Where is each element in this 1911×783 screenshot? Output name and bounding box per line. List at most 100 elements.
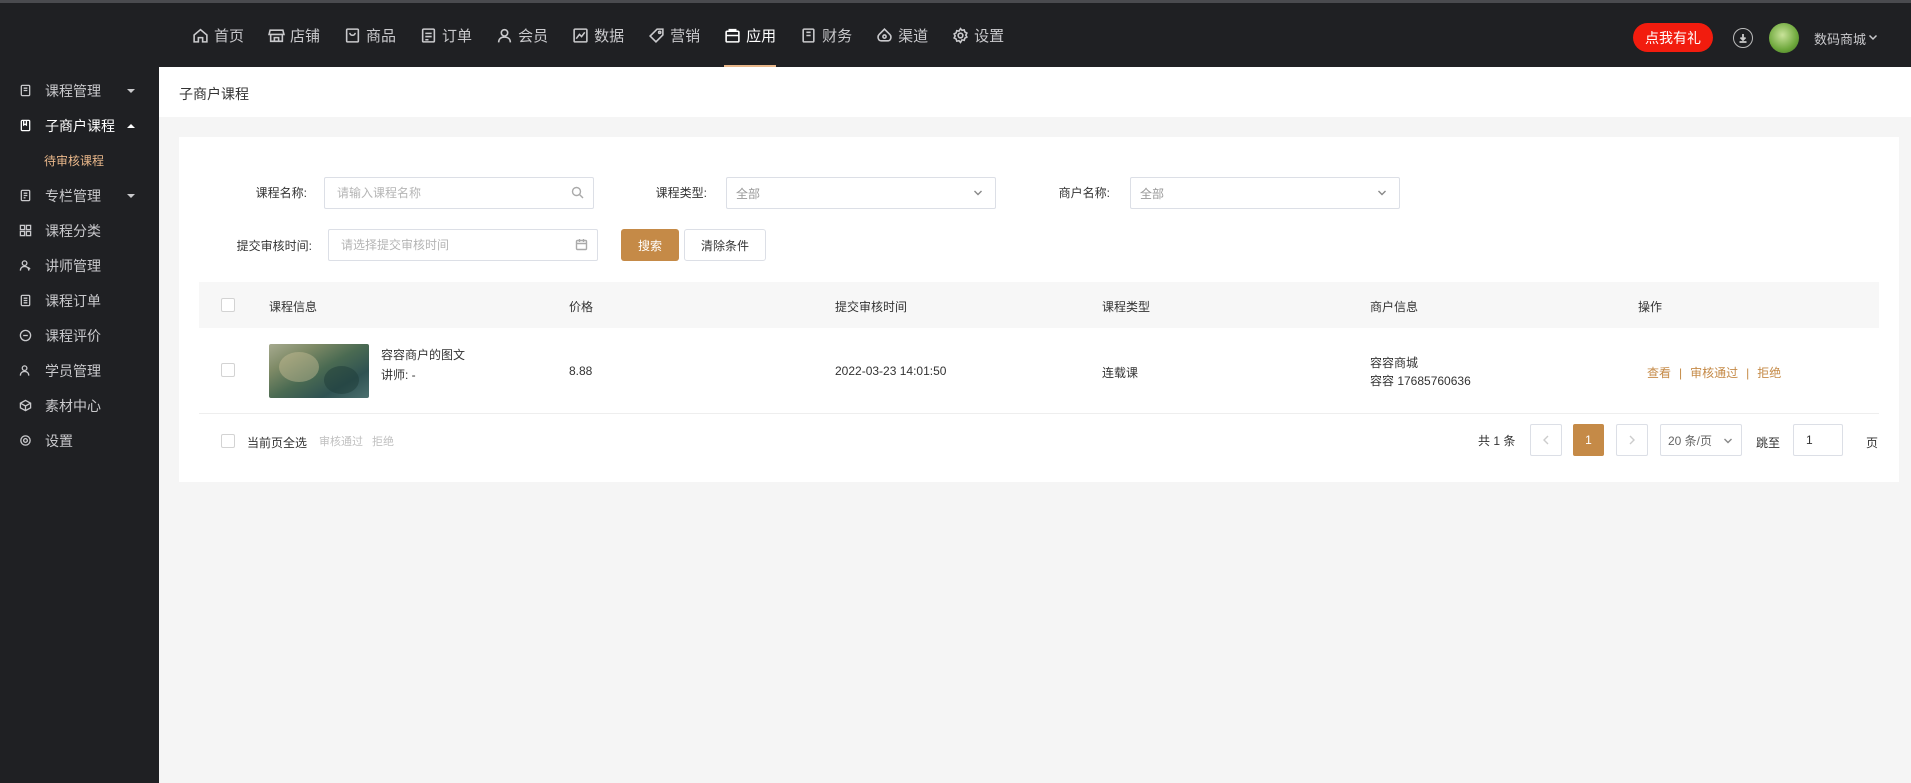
student-icon: [19, 365, 30, 376]
nav-app[interactable]: 应用: [712, 3, 788, 68]
merchant-name-select[interactable]: 全部: [1130, 177, 1400, 209]
merchant-name-label: 商户名称:: [1058, 186, 1110, 200]
sidebar-item-material-center[interactable]: 素材中心: [0, 388, 159, 423]
calendar-icon[interactable]: [575, 238, 588, 251]
page-size-value: 20 条/页: [1668, 433, 1713, 448]
nav-order[interactable]: 订单: [408, 3, 484, 67]
sidebar-item-settings[interactable]: 设置: [0, 423, 159, 458]
gift-button[interactable]: 点我有礼: [1633, 23, 1713, 52]
batch-approve-button[interactable]: 审核通过: [319, 433, 363, 449]
header-checkbox[interactable]: [221, 298, 235, 312]
select-all-label[interactable]: 当前页全选: [247, 434, 307, 451]
course-title[interactable]: 容容商户的图文: [381, 346, 465, 363]
col-price: 价格: [569, 300, 594, 314]
search-icon[interactable]: [571, 186, 584, 199]
sidebar-item-course-orders[interactable]: 课程订单: [0, 283, 159, 318]
sidebar-subitem-pending-review[interactable]: 待审核课程: [0, 143, 159, 178]
search-button[interactable]: 搜索: [621, 229, 679, 261]
nav-label: 应用: [746, 27, 777, 45]
submit-time-label: 提交审核时间:: [236, 239, 312, 253]
top-bar: 首页 店铺 商品 订单 会员 数据 营销 应用 财务 渠道 设置 点我有礼 数码…: [0, 0, 1911, 68]
chevron-right-icon: [1629, 435, 1635, 445]
clear-filters-button[interactable]: 清除条件: [684, 229, 766, 261]
course-price: 8.88: [569, 364, 593, 378]
tag-icon: [649, 27, 664, 43]
gear-icon: [20, 435, 31, 446]
merchant-name-value: 全部: [1140, 186, 1165, 201]
sidebar-item-column-management[interactable]: 专栏管理: [0, 178, 159, 213]
chevron-down-icon[interactable]: [1868, 33, 1878, 41]
page-button-current[interactable]: 1: [1573, 424, 1604, 456]
course-type: 连载课: [1102, 366, 1139, 380]
nav-member[interactable]: 会员: [484, 3, 560, 67]
nav-store[interactable]: 店铺: [256, 3, 332, 67]
prev-page-button[interactable]: [1530, 424, 1562, 456]
comment-icon: [19, 329, 32, 342]
caret-up-icon: [127, 124, 135, 128]
store-icon: [268, 28, 285, 42]
submit-time-input[interactable]: [328, 229, 598, 261]
select-all-checkbox[interactable]: [221, 434, 235, 448]
sidebar-item-course-reviews[interactable]: 课程评价: [0, 318, 159, 353]
sidebar-item-student-management[interactable]: 学员管理: [0, 353, 159, 388]
sidebar-item-label: 学员管理: [45, 362, 101, 379]
finance-icon: [802, 27, 815, 43]
download-icon[interactable]: [1733, 28, 1753, 48]
nav-label: 财务: [822, 27, 853, 45]
nav-settings[interactable]: 设置: [940, 3, 1016, 67]
chart-icon: [573, 27, 588, 43]
user-name[interactable]: 数码商城: [1814, 29, 1866, 48]
nav-marketing[interactable]: 营销: [636, 3, 712, 67]
avatar[interactable]: [1769, 23, 1799, 53]
caret-down-icon: [127, 89, 135, 93]
chevron-left-icon: [1543, 435, 1549, 445]
nav-label: 会员: [518, 27, 549, 45]
page-size-select[interactable]: 20 条/页: [1660, 424, 1742, 456]
merchant-name: 容容商城: [1370, 356, 1419, 370]
reject-link[interactable]: 拒绝: [1757, 366, 1781, 380]
channel-icon: [877, 27, 892, 42]
member-icon: [497, 28, 512, 42]
next-page-button[interactable]: [1616, 424, 1648, 456]
course-thumbnail[interactable]: [269, 344, 369, 398]
row-actions: 查看 | 审核通过 | 拒绝: [1647, 364, 1781, 381]
course-type-select[interactable]: 全部: [726, 177, 996, 209]
order-list-icon: [20, 294, 31, 307]
batch-reject-button[interactable]: 拒绝: [372, 433, 394, 449]
content-card: 课程名称: 课程类型: 全部 商户名称: 全部 提交审核时间: 搜索 清除条件 …: [179, 137, 1899, 482]
sidebar-item-course-category[interactable]: 课程分类: [0, 213, 159, 248]
nav-channel[interactable]: 渠道: [864, 3, 940, 67]
total-count: 共 1 条: [1478, 434, 1516, 448]
sidebar-item-label: 课程订单: [45, 292, 101, 309]
jump-label: 跳至: [1756, 436, 1781, 450]
nav-product[interactable]: 商品: [332, 3, 408, 67]
row-checkbox[interactable]: [221, 363, 235, 377]
nav-data[interactable]: 数据: [560, 3, 636, 67]
cube-icon: [19, 399, 32, 412]
nav-finance[interactable]: 财务: [788, 3, 864, 67]
course-type-label: 课程类型:: [655, 186, 707, 200]
approve-link[interactable]: 审核通过: [1690, 366, 1738, 380]
page-title: 子商户课程: [179, 86, 249, 102]
sidebar-item-sub-merchant-courses[interactable]: 子商户课程: [0, 108, 159, 143]
nav-home[interactable]: 首页: [180, 3, 256, 67]
sidebar-item-label: 课程分类: [45, 222, 101, 239]
course-name-input[interactable]: [324, 177, 594, 209]
jump-page-input[interactable]: [1793, 424, 1843, 456]
app-icon: [725, 28, 740, 43]
separator: |: [1679, 366, 1683, 380]
nav-label: 店铺: [290, 27, 321, 45]
view-link[interactable]: 查看: [1647, 366, 1671, 380]
sidebar-item-course-management[interactable]: 课程管理: [0, 73, 159, 108]
order-icon: [421, 27, 436, 43]
gear-icon: [953, 26, 969, 44]
sidebar-item-label: 课程评价: [45, 327, 101, 344]
nav-label: 订单: [442, 27, 473, 45]
sidebar-item-teacher-management[interactable]: 讲师管理: [0, 248, 159, 283]
col-course-info: 课程信息: [269, 300, 318, 314]
table-row: 容容商户的图文 讲师: - 8.88 2022-03-23 14:01:50 连…: [199, 328, 1879, 414]
sidebar-item-label: 设置: [45, 432, 73, 449]
nav-label: 设置: [974, 27, 1005, 45]
nav-label: 商品: [366, 27, 397, 45]
nav-label: 数据: [594, 27, 625, 45]
